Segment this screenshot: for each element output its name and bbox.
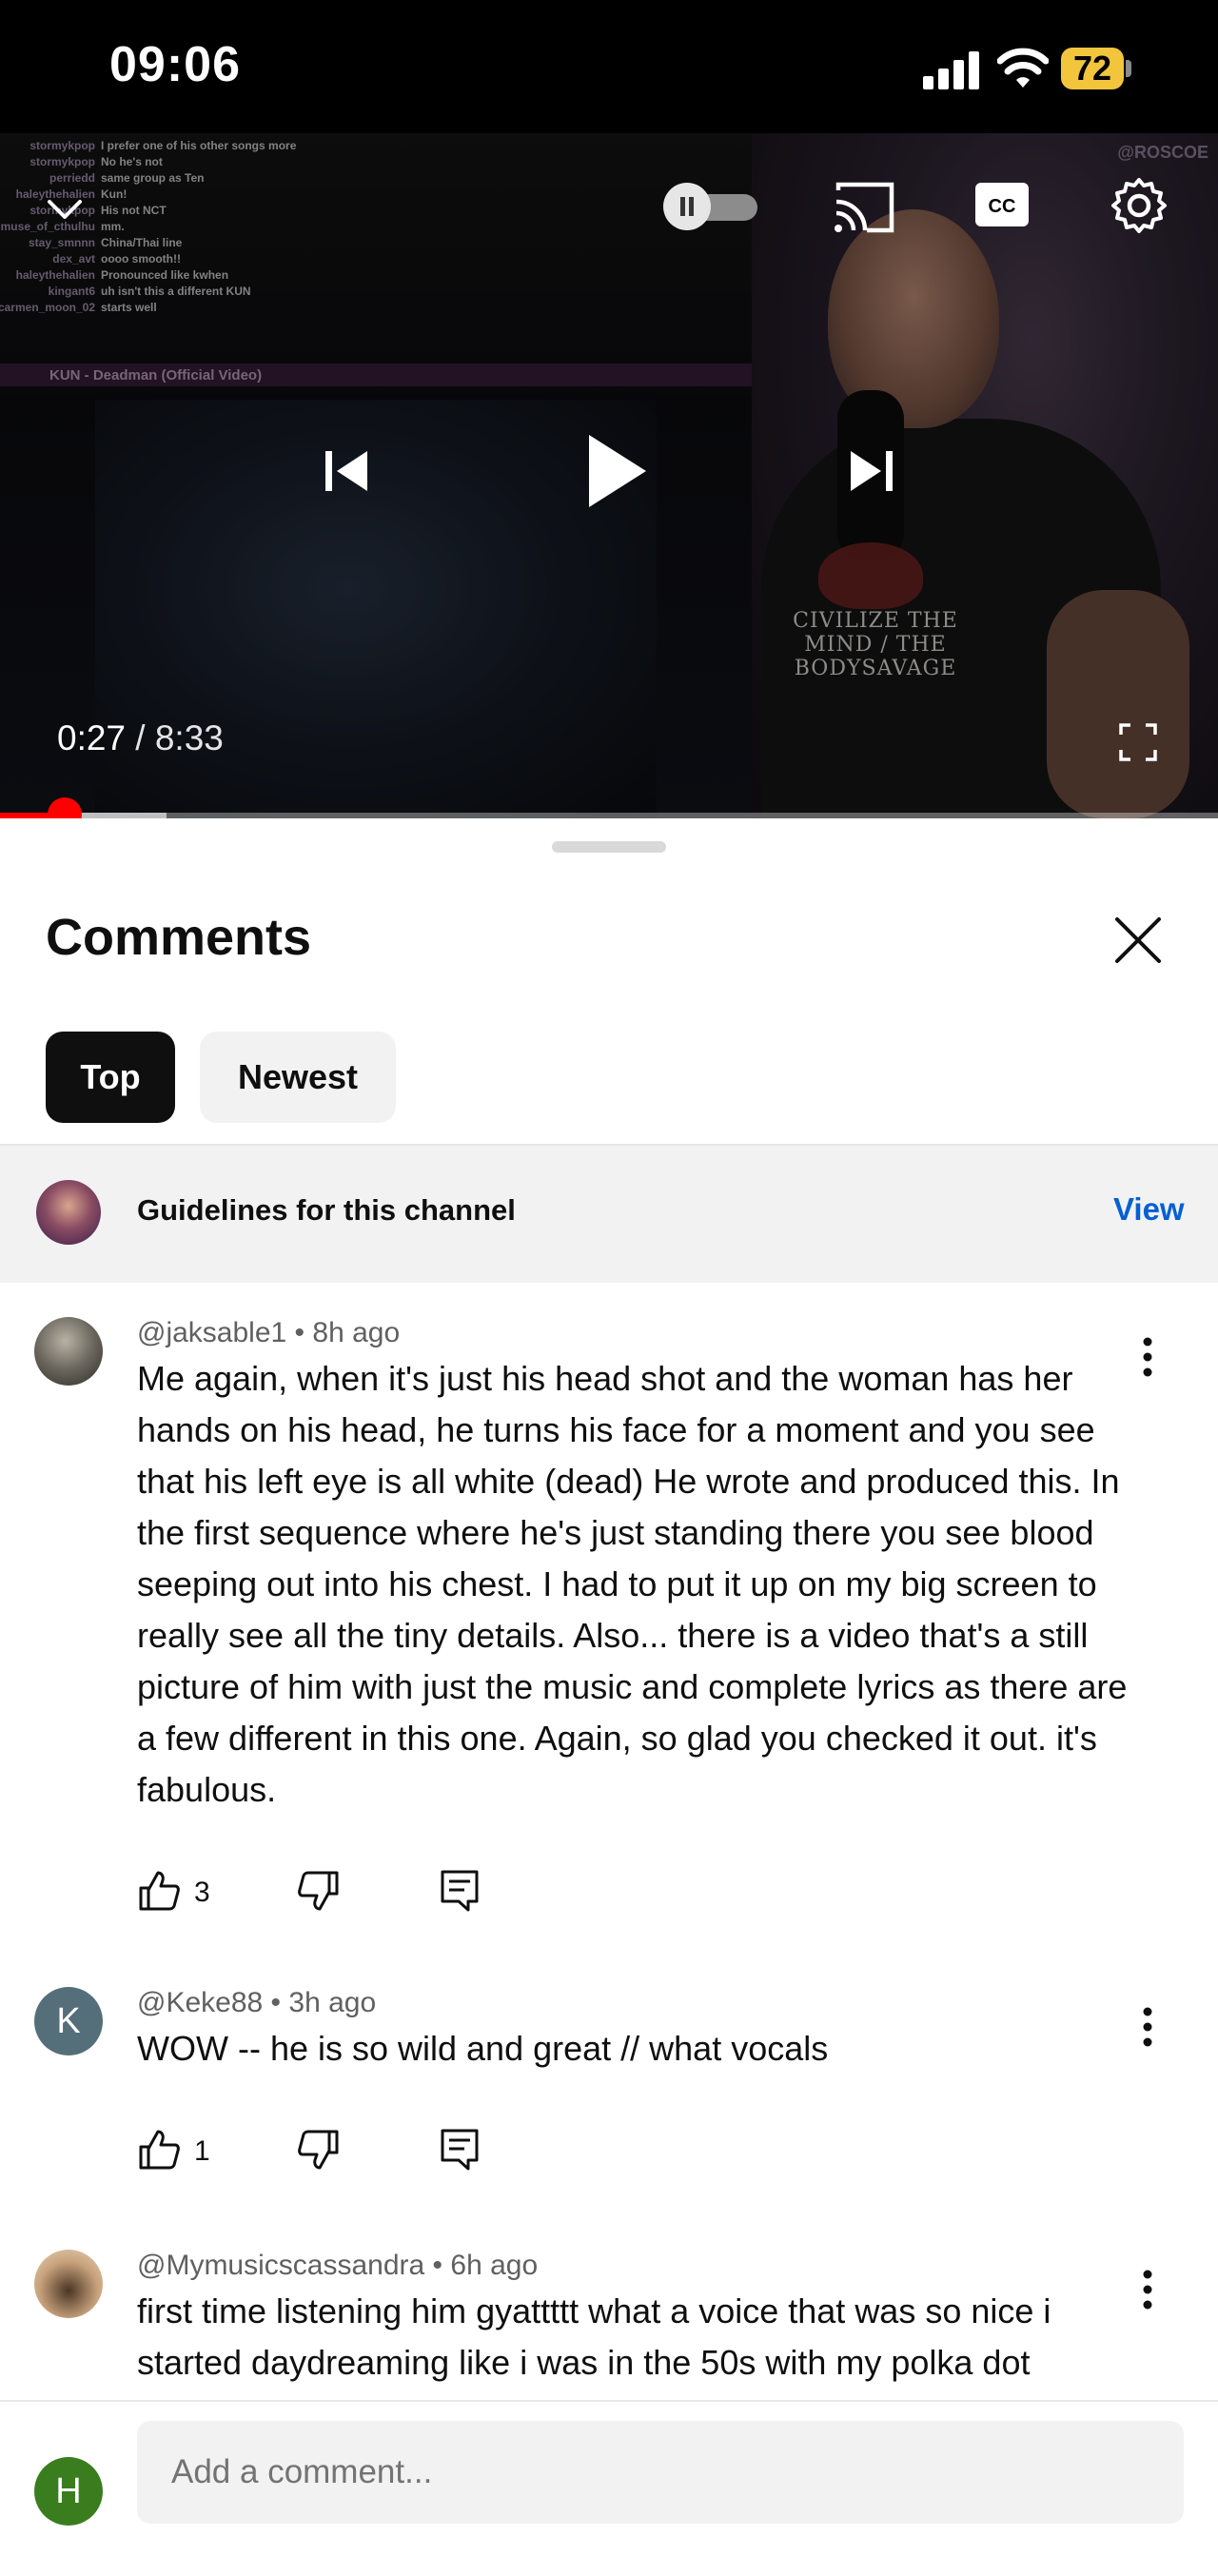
- close-icon[interactable]: [1113, 915, 1163, 965]
- filter-chip-newest[interactable]: Newest: [200, 1032, 396, 1123]
- meta-separator: •: [424, 2250, 451, 2281]
- like-count: 1: [194, 2135, 210, 2167]
- duration: 8:33: [154, 718, 224, 757]
- comment-text: first time listening him gyattttt what a…: [137, 2291, 1051, 2382]
- autoplay-toggle[interactable]: [658, 183, 763, 230]
- comment-time: 8h ago: [312, 1317, 401, 1348]
- fullscreen-icon[interactable]: [1119, 723, 1157, 761]
- like-count: 3: [194, 1877, 210, 1908]
- comment-text: WOW -- he is so wild and great // what v…: [137, 2029, 829, 2068]
- comment-author[interactable]: @Keke88: [137, 1987, 263, 2018]
- status-time: 09:06: [109, 37, 241, 92]
- settings-gear-icon[interactable]: [1110, 176, 1169, 235]
- comments-sheet: Comments Top Newest Guidelines for this …: [0, 820, 1218, 2574]
- filter-chip-top[interactable]: Top: [46, 1032, 175, 1123]
- dislike-icon[interactable]: [297, 2128, 341, 2172]
- guidelines-text: Guidelines for this channel: [137, 1193, 516, 1227]
- cc-icon[interactable]: CC: [975, 183, 1029, 226]
- battery-cap: [1126, 60, 1131, 77]
- chevron-down-icon[interactable]: [44, 188, 86, 230]
- channel-avatar: [36, 1180, 101, 1245]
- status-bar: 09:06 72: [0, 0, 1218, 133]
- reply-icon[interactable]: [440, 1869, 480, 1913]
- dislike-icon[interactable]: [297, 1869, 341, 1913]
- comment-time: 3h ago: [288, 1987, 377, 2018]
- comments-title: Comments: [46, 909, 312, 966]
- comment-meta: @Keke88 • 3h ago: [137, 1987, 376, 2019]
- meta-separator: •: [286, 1317, 313, 1348]
- progress-track[interactable]: [0, 813, 1218, 818]
- play-icon[interactable]: [585, 433, 648, 509]
- next-icon[interactable]: [849, 447, 894, 495]
- sheet-grabber[interactable]: [552, 841, 666, 853]
- like-icon[interactable]: [137, 1869, 181, 1913]
- comment-meta: @Mymusicscassandra • 6h ago: [137, 2250, 538, 2282]
- comment-author[interactable]: @Mymusicscassandra: [137, 2250, 424, 2281]
- comment-time: 6h ago: [450, 2250, 539, 2281]
- like-icon[interactable]: [137, 2128, 181, 2172]
- battery-icon: 72: [1061, 48, 1124, 89]
- svg-text:CC: CC: [989, 196, 1016, 217]
- comment-actions: 3: [137, 1869, 708, 1926]
- cellular-signal-icon: [923, 49, 980, 89]
- reply-icon[interactable]: [440, 2128, 480, 2172]
- channel-guidelines-banner[interactable]: Guidelines for this channel View: [0, 1146, 1218, 1283]
- time-display: 0:27 / 8:33: [57, 718, 224, 758]
- guidelines-view-link[interactable]: View: [1113, 1191, 1185, 1228]
- user-avatar[interactable]: H: [34, 2457, 103, 2526]
- comment-author[interactable]: @jaksable1: [137, 1317, 286, 1348]
- meta-separator: •: [263, 1987, 289, 2018]
- current-time: 0:27: [57, 718, 127, 757]
- previous-icon[interactable]: [324, 447, 369, 495]
- comment-meta: @jaksable1 • 8h ago: [137, 1317, 400, 1349]
- avatar[interactable]: K: [34, 1987, 103, 2055]
- add-comment-input[interactable]: [137, 2421, 1184, 2524]
- wifi-icon: [997, 48, 1049, 88]
- video-player[interactable]: CIVILIZE THE MIND / THE BODYSAVAGE storm…: [0, 133, 1218, 818]
- avatar[interactable]: [34, 2250, 103, 2318]
- comment-actions: 1: [137, 2128, 708, 2185]
- comment-composer: H: [0, 2400, 1218, 2576]
- cast-icon[interactable]: [833, 181, 895, 234]
- comment-text: Me again, when it's just his head shot a…: [137, 1359, 1128, 1809]
- avatar[interactable]: [34, 1317, 103, 1386]
- time-separator: /: [126, 718, 155, 757]
